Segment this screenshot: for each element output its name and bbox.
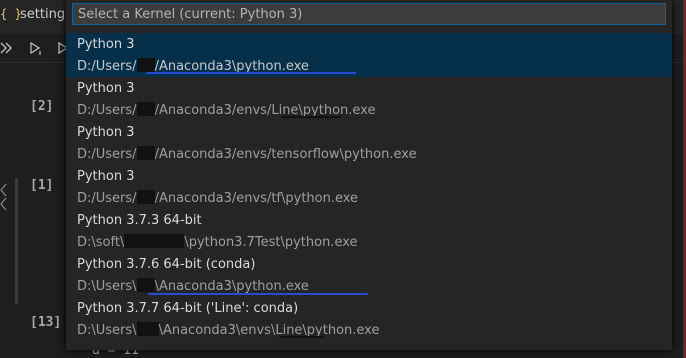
redaction-block: [136, 58, 155, 72]
kernel-path-suffix: \python3.7Test\python.exe: [184, 235, 358, 250]
kernel-item-label: Python 3.7.7 64-bit ('Line': conda): [77, 301, 299, 316]
kernel-item-label: Python 3: [77, 169, 135, 184]
redaction-block: [136, 102, 155, 116]
collapse-chevron-icon[interactable]: [0, 182, 8, 212]
kernel-path-prefix: D:/Users/: [77, 147, 137, 162]
kernel-item[interactable]: Python 3.7.3 64-bit D:\soft\ \python3.7Tes…: [66, 209, 672, 253]
redaction-block: [136, 146, 155, 160]
kernel-path-suffix: /Anaconda3/envs/tensorflow\python.exe: [154, 147, 417, 162]
json-file-icon: { }: [0, 7, 22, 21]
cell-execution-count: [2]: [30, 99, 54, 114]
kernel-path-prefix: D:\Users\: [77, 323, 137, 338]
run-below-icon[interactable]: [28, 40, 44, 56]
run-all-icon[interactable]: [0, 40, 16, 56]
kernel-item-path: D:\Users\ \Anaconda3\python.exe: [77, 278, 309, 294]
cell-focus-bar: [15, 178, 18, 304]
kernel-item[interactable]: Python 3.7.7 64-bit ('Line': conda) D:\Us…: [66, 297, 672, 341]
tab-settings[interactable]: settings: [20, 7, 72, 22]
kernel-item-label: Python 3: [77, 125, 135, 140]
kernel-quick-pick: Python 3D:/Users//Anaconda3\python.exePy…: [66, 0, 672, 350]
kernel-path-prefix: D:/Users/: [77, 103, 137, 118]
redaction-block: [124, 234, 185, 248]
annotation-underline: [281, 116, 341, 118]
kernel-item[interactable]: Python 3.7.6 64-bit (conda) D:\Users\ \Ana…: [66, 253, 672, 297]
kernel-path-suffix: \Anaconda3\envs\Line\python.exe: [158, 323, 380, 338]
kernel-path-suffix: \Anaconda3\python.exe: [154, 279, 309, 294]
kernel-item-path: D:/Users/ /Anaconda3/envs/tensorflow\pyth…: [77, 146, 417, 162]
kernel-item[interactable]: Python 3 D:/Users//Anaconda3\python.exe: [66, 33, 672, 77]
kernel-path-prefix: D:\soft\: [77, 235, 125, 250]
kernel-item-path: D:\Users\ \Anaconda3\envs\Line\python.exe: [77, 322, 379, 338]
annotation-underline: [148, 293, 368, 295]
redaction-block: [136, 190, 155, 204]
annotation-underline: [279, 336, 324, 338]
kernel-path-suffix: /Anaconda3/envs/Line\python.exe: [154, 103, 376, 118]
annotation-underline: [146, 72, 356, 74]
kernel-item-path: D:/Users/ /Anaconda3/envs/tf\python.exe: [77, 190, 358, 206]
kernel-item-label: Python 3.7.3 64-bit: [77, 213, 202, 228]
kernel-item-label: Python 3.7.6 64-bit (conda): [77, 257, 256, 272]
kernel-path-prefix: D:\Users\: [77, 279, 137, 294]
kernel-item-label: Python 3: [77, 37, 135, 52]
kernel-path-suffix: /Anaconda3/envs/tf\python.exe: [154, 191, 359, 206]
kernel-path-prefix: D:/Users/: [77, 191, 137, 206]
kernel-path-prefix: D:/Users/: [77, 59, 137, 74]
cell-execution-count: [13]: [30, 315, 62, 330]
kernel-item[interactable]: Python 3 D:/Users/ /Anaconda3/envs/tensorf…: [66, 121, 672, 165]
redaction-block: [136, 278, 155, 292]
cell-execution-count: [1]: [30, 178, 54, 193]
kernel-item[interactable]: Python 3 D:/Users/ /Anaconda3/envs/tf\pyth…: [66, 165, 672, 209]
kernel-item-path: D:\soft\ \python3.7Test\python.exe: [77, 234, 358, 250]
kernel-search-input[interactable]: [72, 3, 666, 25]
redaction-block: [136, 322, 159, 336]
kernel-item-label: Python 3: [77, 81, 135, 96]
kernel-item[interactable]: Python 3 D:/Users/ /Anaconda3/envs/Line\py…: [66, 77, 672, 121]
